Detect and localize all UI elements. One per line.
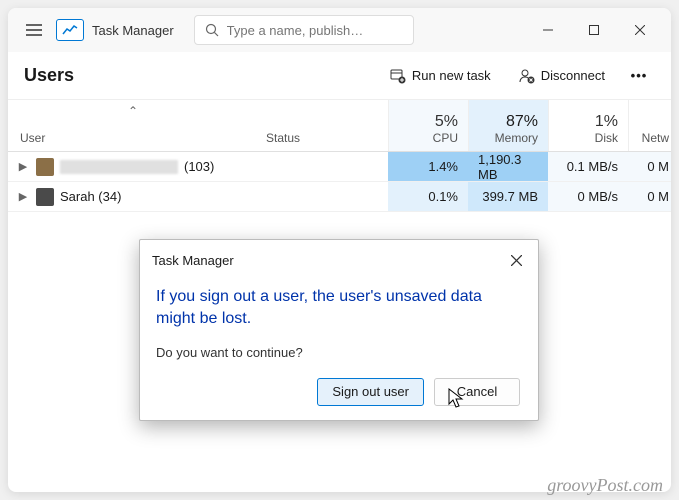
column-header-disk[interactable]: 1% Disk [548, 100, 628, 151]
column-cpu-label: CPU [433, 131, 458, 145]
window-controls [525, 14, 663, 46]
column-network-label: Netw [642, 131, 669, 145]
run-new-task-label: Run new task [412, 68, 491, 83]
column-header-cpu[interactable]: 5% CPU [388, 100, 468, 151]
run-new-task-button[interactable]: Run new task [380, 62, 501, 90]
close-icon [635, 25, 645, 35]
expand-toggle[interactable]: ▶ [16, 160, 30, 173]
expand-toggle[interactable]: ▶ [16, 190, 30, 203]
cell-network: 0 M [628, 182, 671, 211]
cell-network: 0 M [628, 152, 671, 181]
table-row[interactable]: ▶ (103) 1.4% 1,190.3 MB 0.1 MB/s 0 M [8, 152, 671, 182]
signout-dialog: Task Manager If you sign out a user, the… [139, 239, 539, 421]
watermark: groovyPost.com [547, 475, 663, 496]
cancel-button[interactable]: Cancel [434, 378, 520, 406]
close-icon [511, 255, 522, 266]
minimize-icon [543, 25, 553, 35]
search-icon [205, 23, 219, 37]
username-redacted [60, 160, 178, 174]
disk-total-pct: 1% [595, 113, 618, 131]
users-table: ⌃ User Status 5% CPU 87% Memory 1% Disk … [8, 100, 671, 212]
close-button[interactable] [617, 14, 663, 46]
hamburger-icon [26, 24, 42, 36]
dialog-body: If you sign out a user, the user's unsav… [140, 278, 538, 420]
minimize-button[interactable] [525, 14, 571, 46]
toolbar: Users Run new task Disconnect ••• [8, 52, 671, 100]
chart-icon [62, 24, 78, 36]
memory-total-pct: 87% [506, 113, 538, 131]
dialog-buttons: Sign out user Cancel [156, 378, 522, 406]
disconnect-button[interactable]: Disconnect [509, 62, 615, 90]
column-header-network[interactable]: Netw [628, 100, 671, 151]
more-options-button[interactable]: ••• [623, 60, 655, 92]
dialog-title: Task Manager [152, 253, 234, 268]
column-header-status[interactable]: Status [258, 100, 388, 151]
maximize-icon [589, 25, 599, 35]
cell-cpu: 0.1% [388, 182, 468, 211]
column-disk-label: Disk [595, 131, 618, 145]
page-title: Users [24, 65, 74, 86]
run-task-icon [390, 68, 406, 84]
avatar [36, 158, 54, 176]
cell-memory: 399.7 MB [468, 182, 548, 211]
titlebar: Task Manager [8, 8, 671, 52]
dialog-close-button[interactable] [504, 248, 528, 272]
cell-disk: 0 MB/s [548, 182, 628, 211]
username: Sarah (34) [60, 189, 121, 204]
table-header: ⌃ User Status 5% CPU 87% Memory 1% Disk … [8, 100, 671, 152]
app-title: Task Manager [92, 23, 174, 38]
cell-status [258, 182, 388, 211]
cell-status [258, 152, 388, 181]
sign-out-user-button[interactable]: Sign out user [317, 378, 424, 406]
chevron-up-icon: ⌃ [128, 104, 138, 118]
search-box[interactable] [194, 15, 414, 45]
dialog-sub-text: Do you want to continue? [156, 345, 522, 360]
column-status-label: Status [266, 131, 300, 145]
cell-user: ▶ Sarah (34) [8, 182, 258, 211]
disconnect-label: Disconnect [541, 68, 605, 83]
cell-memory: 1,190.3 MB [468, 152, 548, 181]
column-header-memory[interactable]: 87% Memory [468, 100, 548, 151]
app-icon [56, 19, 84, 41]
cell-disk: 0.1 MB/s [548, 152, 628, 181]
column-memory-label: Memory [495, 131, 538, 145]
menu-button[interactable] [16, 12, 52, 48]
cell-user: ▶ (103) [8, 152, 258, 181]
cpu-total-pct: 5% [435, 113, 458, 131]
disconnect-icon [519, 68, 535, 84]
dialog-main-text: If you sign out a user, the user's unsav… [156, 286, 522, 331]
dialog-titlebar: Task Manager [140, 240, 538, 278]
process-count: (103) [184, 159, 214, 174]
column-header-user[interactable]: ⌃ User [8, 100, 258, 151]
table-row[interactable]: ▶ Sarah (34) 0.1% 399.7 MB 0 MB/s 0 M [8, 182, 671, 212]
column-user-label: User [20, 131, 246, 145]
avatar [36, 188, 54, 206]
toolbar-actions: Run new task Disconnect ••• [380, 60, 655, 92]
search-input[interactable] [227, 23, 403, 38]
cell-cpu: 1.4% [388, 152, 468, 181]
ellipsis-icon: ••• [631, 68, 648, 83]
maximize-button[interactable] [571, 14, 617, 46]
